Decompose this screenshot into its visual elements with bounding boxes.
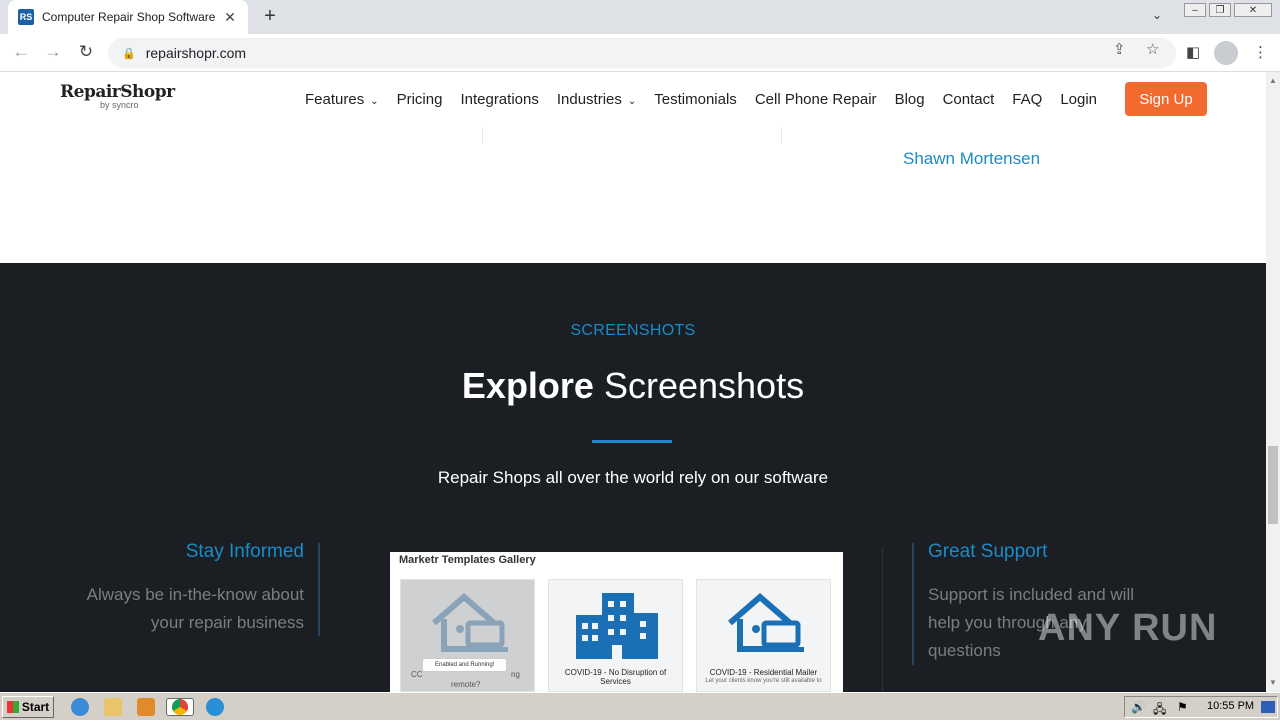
nav-item-industries[interactable]: Industries ⌄	[557, 91, 636, 108]
edge-icon[interactable]	[206, 698, 224, 716]
scroll-up-arrow-icon[interactable]: ▲	[1266, 76, 1280, 85]
address-bar[interactable]: 🔒 repairshopr.com	[108, 38, 1176, 68]
logo-wordmark: RepairShopr	[60, 82, 175, 102]
close-window-button[interactable]: ✕	[1234, 3, 1272, 17]
feature-accent-bar	[318, 543, 320, 636]
testimonial-author[interactable]: Shawn Mortensen	[903, 149, 1040, 169]
office-building-icon	[549, 580, 682, 668]
nav-item-testimonials[interactable]: Testimonials	[654, 91, 737, 108]
new-tab-icon[interactable]: +	[259, 5, 281, 28]
show-desktop-icon[interactable]	[1261, 701, 1275, 713]
card-label-fragment: ng	[511, 670, 520, 679]
template-card: COVID-19 - No Disruption of Services	[548, 579, 683, 692]
reload-icon[interactable]: ↻	[75, 42, 97, 62]
tab-search-chevron-icon[interactable]: ⌄	[1152, 8, 1162, 22]
feature-desc-line: Always be in-the-know about	[86, 585, 304, 604]
start-button[interactable]: Start	[2, 696, 54, 718]
nav-item-integrations[interactable]: Integrations	[460, 91, 538, 108]
template-card: Enabled and Running! CC ng remote?	[400, 579, 535, 692]
forward-arrow-icon[interactable]: →	[42, 42, 64, 62]
network-icon[interactable]: 🖧	[1153, 700, 1166, 721]
browser-tab[interactable]: RS Computer Repair Shop Software – C ✕	[8, 0, 248, 34]
testimonials-section: Shawn Mortensen	[0, 127, 1266, 263]
nav-item-features[interactable]: Features ⌄	[305, 91, 379, 108]
browser-toolbar: ← → ↻ 🔒 repairshopr.com ⇪ ☆ ◧ ⋮	[0, 34, 1280, 72]
column-divider	[882, 548, 883, 692]
media-player-icon[interactable]	[137, 698, 155, 716]
feature-accent-bar	[912, 543, 914, 665]
file-explorer-icon[interactable]	[104, 698, 122, 716]
windows-flag-icon	[6, 701, 19, 713]
internet-explorer-icon[interactable]	[71, 698, 89, 716]
close-tab-icon[interactable]: ✕	[222, 9, 238, 26]
taskbar-clock: 10:55 PM	[1207, 700, 1255, 712]
feature-desc-line: your repair business	[150, 613, 304, 632]
gallery-title: Marketr Templates Gallery	[399, 554, 536, 566]
site-header: RepairShopr by syncro Features ⌄ Pricing …	[0, 72, 1266, 127]
column-divider	[482, 127, 483, 143]
chevron-down-icon: ⌄	[370, 96, 379, 107]
restore-window-button[interactable]: ❐	[1209, 3, 1231, 17]
chrome-icon	[172, 699, 188, 715]
sign-up-button[interactable]: Sign Up	[1125, 82, 1207, 116]
system-tray: 🔊 🖧 ⚑	[1124, 696, 1278, 718]
card-label-fragment: remote?	[451, 680, 481, 689]
nav-item-pricing[interactable]: Pricing	[397, 91, 443, 108]
scrollbar-thumb[interactable]	[1268, 446, 1278, 524]
share-icon[interactable]: ⇪	[1113, 40, 1126, 58]
feature-desc-line: Support is included and will	[928, 585, 1135, 604]
nav-item-blog[interactable]: Blog	[895, 91, 925, 108]
section-headline: Explore Screenshots	[461, 365, 805, 406]
card-label: COVID-19 - No Disruption of Services	[564, 668, 667, 686]
nav-item-contact[interactable]: Contact	[943, 91, 995, 108]
side-panel-icon[interactable]: ◧	[1186, 43, 1200, 61]
screenshot-gallery-image[interactable]: Marketr Templates Gallery Enabled and Ru…	[390, 552, 843, 692]
browser-menu-icon[interactable]: ⋮	[1253, 43, 1268, 61]
headline-underline	[592, 440, 672, 443]
nav-item-cell-phone-repair[interactable]: Cell Phone Repair	[755, 91, 877, 108]
anyrun-watermark: ANY RUN	[1038, 607, 1218, 649]
site-favicon-icon: RS	[18, 9, 34, 25]
address-url: repairshopr.com	[145, 45, 247, 61]
minimize-window-button[interactable]: –	[1184, 3, 1206, 17]
page-scrollbar[interactable]: ▲ ▼	[1266, 72, 1280, 692]
chevron-down-icon: ⌄	[627, 96, 637, 107]
volume-icon[interactable]: 🔊	[1131, 700, 1146, 714]
tab-title: Computer Repair Shop Software – C	[42, 10, 216, 24]
browser-tab-strip: RS Computer Repair Shop Software – C ✕ +…	[0, 0, 1280, 34]
feature-stay-informed: Stay Informed Always be in-the-know abou…	[87, 541, 304, 637]
action-center-flag-icon[interactable]: ⚑	[1177, 700, 1188, 714]
nav-item-faq[interactable]: FAQ	[1012, 91, 1042, 108]
main-nav: Features ⌄ Pricing Integrations Industrie…	[305, 72, 1115, 127]
house-laptop-icon	[401, 580, 534, 668]
feature-title: Stay Informed	[185, 541, 304, 562]
chrome-taskbar-button[interactable]	[166, 698, 194, 716]
column-divider	[781, 127, 782, 143]
status-badge: Enabled and Running!	[422, 658, 508, 672]
section-eyebrow: SCREENSHOTS	[570, 322, 696, 339]
house-laptop-icon	[697, 580, 830, 668]
card-sublabel: Let your clients know you're still avail…	[705, 678, 822, 684]
card-label: COVID-19 - Residential Mailer	[709, 668, 818, 677]
section-subline: Repair Shops all over the world rely on …	[437, 468, 829, 487]
back-arrow-icon[interactable]: ←	[10, 42, 32, 62]
nav-item-login[interactable]: Login	[1060, 91, 1097, 108]
scroll-down-arrow-icon[interactable]: ▼	[1266, 678, 1280, 687]
windows-taskbar: Start 🔊 🖧 ⚑ 10:55 PM	[0, 692, 1280, 720]
template-card: COVID-19 - Residential Mailer Let your c…	[696, 579, 831, 692]
feature-title: Great Support	[928, 541, 1048, 562]
profile-avatar-icon[interactable]	[1214, 41, 1238, 65]
card-label-fragment: CC	[411, 670, 423, 679]
repairshopr-logo[interactable]: RepairShopr by syncro	[60, 82, 175, 110]
lock-icon: 🔒	[122, 47, 136, 60]
bookmark-star-icon[interactable]: ☆	[1146, 40, 1159, 58]
